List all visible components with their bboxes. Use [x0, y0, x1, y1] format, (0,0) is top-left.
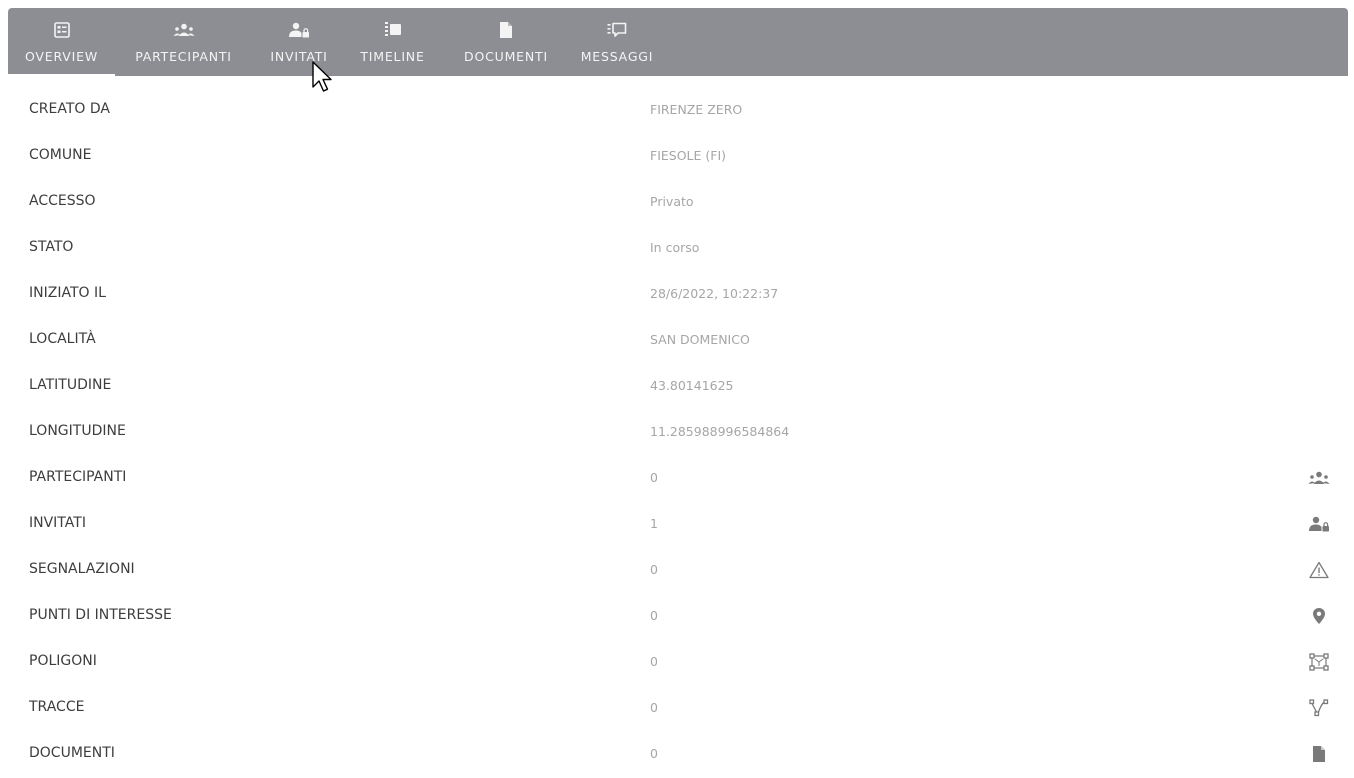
message-icon — [607, 21, 627, 39]
row-label: INIZIATO IL — [29, 285, 106, 301]
overview-row-longitudine: LONGITUDINE 11.285988996584864 — [8, 410, 1348, 456]
row-value: 11.285988996584864 — [650, 424, 790, 439]
timeline-icon — [384, 21, 402, 39]
overview-icon — [53, 21, 70, 39]
tab-invitati-label: INVITATI — [270, 49, 328, 64]
polygon-icon[interactable] — [1306, 650, 1332, 674]
tab-messaggi-label: MESSAGGI — [580, 49, 654, 64]
row-value: 0 — [650, 654, 658, 669]
row-label: LATITUDINE — [29, 377, 112, 393]
row-label: DOCUMENTI — [29, 745, 115, 761]
overview-row-poligoni: POLIGONI 0 — [8, 640, 1348, 686]
row-value: 1 — [650, 516, 658, 531]
row-value: SAN DOMENICO — [650, 332, 750, 347]
track-path-icon[interactable] — [1306, 696, 1332, 720]
tab-overview[interactable]: OVERVIEW — [8, 8, 115, 76]
overview-row-invitati: INVITATI 1 — [8, 502, 1348, 548]
row-label: SEGNALAZIONI — [29, 561, 135, 577]
row-value: 0 — [650, 746, 658, 761]
row-value: FIESOLE (FI) — [650, 148, 727, 163]
warning-triangle-icon[interactable] — [1306, 558, 1332, 582]
row-value: 28/6/2022, 10:22:37 — [650, 286, 779, 301]
invited-user-icon[interactable] — [1306, 512, 1332, 536]
tab-messaggi[interactable]: MESSAGGI — [578, 8, 656, 76]
row-value: In corso — [650, 240, 700, 255]
overview-row-tracce: TRACCE 0 — [8, 686, 1348, 732]
overview-row-creato-da: CREATO DA FIRENZE ZERO — [8, 88, 1348, 134]
row-label: LONGITUDINE — [29, 423, 126, 439]
tab-timeline-label: TIMELINE — [360, 49, 425, 64]
event-detail-card: OVERVIEW PARTECIPANTI INVITATI TIMELINE — [8, 8, 1348, 773]
row-value: Privato — [650, 194, 694, 209]
row-value: 0 — [650, 562, 658, 577]
tab-documenti[interactable]: DOCUMENTI — [458, 8, 554, 76]
row-label: COMUNE — [29, 147, 92, 163]
tab-partecipanti-label: PARTECIPANTI — [135, 49, 232, 64]
tab-timeline[interactable]: TIMELINE — [354, 8, 431, 76]
row-label: ACCESSO — [29, 193, 96, 209]
overview-row-punti-di-interesse: PUNTI DI INTERESSE 0 — [8, 594, 1348, 640]
document-icon — [499, 21, 513, 39]
map-pin-icon[interactable] — [1306, 604, 1332, 628]
overview-row-segnalazioni: SEGNALAZIONI 0 — [8, 548, 1348, 594]
participants-icon — [173, 21, 195, 39]
tab-invitati[interactable]: INVITATI — [261, 8, 337, 76]
row-label: POLIGONI — [29, 653, 97, 669]
row-label: PUNTI DI INTERESSE — [29, 607, 172, 623]
overview-list: CREATO DA FIRENZE ZERO COMUNE FIESOLE (F… — [8, 88, 1348, 778]
invited-user-icon — [288, 21, 310, 39]
overview-row-localita: LOCALITÀ SAN DOMENICO — [8, 318, 1348, 364]
overview-row-iniziato-il: INIZIATO IL 28/6/2022, 10:22:37 — [8, 272, 1348, 318]
row-label: LOCALITÀ — [29, 331, 96, 347]
overview-row-documenti: DOCUMENTI 0 — [8, 732, 1348, 778]
tab-documenti-label: DOCUMENTI — [464, 49, 548, 64]
tab-bar: OVERVIEW PARTECIPANTI INVITATI TIMELINE — [8, 8, 1348, 76]
document-icon[interactable] — [1306, 742, 1332, 766]
row-value: 0 — [650, 608, 658, 623]
participants-icon[interactable] — [1306, 466, 1332, 490]
overview-row-latitudine: LATITUDINE 43.80141625 — [8, 364, 1348, 410]
overview-row-stato: STATO In corso — [8, 226, 1348, 272]
overview-row-accesso: ACCESSO Privato — [8, 180, 1348, 226]
row-label: STATO — [29, 239, 74, 255]
row-label: PARTECIPANTI — [29, 469, 127, 485]
row-value: FIRENZE ZERO — [650, 102, 743, 117]
row-label: INVITATI — [29, 515, 86, 531]
overview-row-partecipanti: PARTECIPANTI 0 — [8, 456, 1348, 502]
row-value: 0 — [650, 470, 658, 485]
row-label: TRACCE — [29, 699, 85, 715]
tab-partecipanti[interactable]: PARTECIPANTI — [127, 8, 240, 76]
row-value: 0 — [650, 700, 658, 715]
row-value: 43.80141625 — [650, 378, 734, 393]
row-label: CREATO DA — [29, 101, 110, 117]
overview-row-comune: COMUNE FIESOLE (FI) — [8, 134, 1348, 180]
tab-overview-label: OVERVIEW — [25, 49, 98, 64]
